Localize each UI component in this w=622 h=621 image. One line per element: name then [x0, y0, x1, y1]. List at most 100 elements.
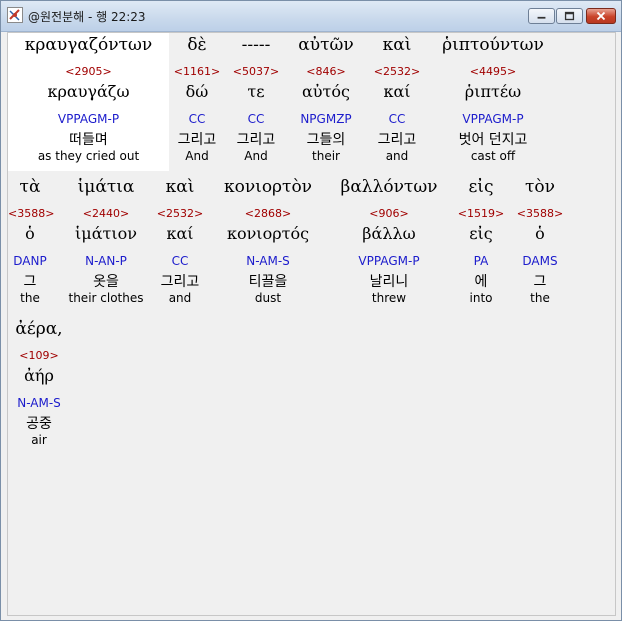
- english-gloss: their clothes: [68, 291, 144, 305]
- parsing-code: VPPAGM-P: [57, 112, 120, 126]
- english-gloss: And: [185, 149, 209, 163]
- greek-word: καὶ: [165, 177, 195, 197]
- parsing-code: N-AN-P: [85, 254, 127, 268]
- parsing-code: DANP: [13, 254, 47, 268]
- word-entry[interactable]: εἰς <1519> εἰς PA 에 into: [454, 175, 508, 313]
- lemma: κονιορτός: [226, 224, 310, 243]
- strong-number: <1519>: [457, 207, 505, 220]
- strong-number: <2905>: [65, 65, 112, 78]
- korean-gloss: 그리고: [377, 132, 417, 148]
- english-gloss: the: [20, 291, 40, 305]
- english-gloss: their: [312, 149, 340, 163]
- strong-number: <846>: [306, 65, 346, 78]
- lemma: αὐτός: [302, 82, 350, 101]
- lemma: ἱμάτιον: [75, 224, 137, 243]
- word-entry[interactable]: τὰ <3588> ὁ DANP 그 the: [8, 175, 55, 313]
- lemma: καί: [383, 82, 411, 101]
- parsing-code: VPPAGM-P: [358, 254, 420, 268]
- english-gloss: dust: [254, 291, 282, 305]
- greek-word: κραυγαζόντων: [24, 35, 153, 55]
- parsing-code: DAMS: [522, 254, 558, 268]
- korean-gloss: 그리고: [236, 132, 276, 148]
- maximize-icon: [564, 11, 575, 21]
- korean-gloss: 그: [23, 274, 37, 290]
- lemma: ὁ: [535, 224, 545, 243]
- korean-gloss: 티끌을: [248, 274, 288, 290]
- korean-gloss: 공중: [26, 416, 52, 432]
- greek-word: αὐτῶν: [298, 35, 354, 55]
- word-entry[interactable]: κονιορτὸν <2868> κονιορτός N-AM-S 티끌을 du…: [212, 175, 324, 313]
- strong-number: <906>: [369, 207, 409, 220]
- greek-word: εἰς: [468, 177, 494, 197]
- strong-number: <3588>: [516, 207, 564, 220]
- interlinear-panel: κραυγαζόντων <2905> κραυγάζω VPPAGM-P 떠들…: [7, 32, 616, 616]
- english-gloss: and: [168, 291, 192, 305]
- lemma: καί: [166, 224, 194, 243]
- maximize-button[interactable]: [556, 8, 583, 24]
- lemma: ῥιπτέω: [464, 82, 522, 101]
- korean-gloss: 옷을: [93, 274, 119, 290]
- parsing-code: VPPAGM-P: [462, 112, 524, 126]
- english-gloss: and: [385, 149, 409, 163]
- word-entry[interactable]: βαλλόντων <906> βάλλω VPPAGM-P 날리니 threw: [328, 175, 450, 313]
- english-gloss: as they cried out: [37, 149, 140, 163]
- lemma: ἀήρ: [24, 366, 54, 385]
- title-bar[interactable]: @원전분해 - 행 22:23: [1, 1, 621, 32]
- greek-word: ἱμάτια: [77, 177, 135, 197]
- close-icon: [596, 11, 606, 21]
- word-entry[interactable]: ----- <5037> τε CC 그리고 And: [228, 33, 284, 171]
- greek-word: δὲ: [187, 35, 207, 55]
- greek-word: ἀέρα,: [15, 319, 63, 339]
- english-gloss: into: [469, 291, 493, 305]
- korean-gloss: 그리고: [177, 132, 217, 148]
- word-entry[interactable]: ῥιπτούντων <4495> ῥιπτέω VPPAGM-P 벗어 던지고…: [428, 33, 558, 171]
- app-window: @원전분해 - 행 22:23 κραυγαζόντων <2905> κραυ…: [0, 0, 622, 621]
- korean-gloss: 날리니: [369, 274, 409, 290]
- lemma: δώ: [185, 82, 209, 101]
- greek-word: τὸν: [525, 177, 555, 197]
- greek-word: ῥιπτούντων: [442, 35, 544, 55]
- lemma: εἰς: [469, 224, 493, 243]
- strong-number: <5037>: [232, 65, 280, 78]
- lemma: κραυγάζω: [47, 82, 130, 101]
- word-entry[interactable]: ἀέρα, <109> ἀήρ N-AM-S 공중 air: [8, 317, 70, 455]
- word-entry[interactable]: καὶ <2532> καί CC 그리고 and: [368, 33, 426, 171]
- english-gloss: cast off: [470, 149, 516, 163]
- word-entry[interactable]: δὲ <1161> δώ CC 그리고 And: [169, 33, 225, 171]
- parsing-code: PA: [473, 254, 489, 268]
- strong-number: <2868>: [244, 207, 292, 220]
- minimize-icon: [537, 16, 546, 19]
- word-entry[interactable]: τὸν <3588> ὁ DAMS 그 the: [512, 175, 568, 313]
- parsing-code: CC: [388, 112, 406, 126]
- parsing-code: N-AM-S: [246, 254, 290, 268]
- strong-number: <1161>: [173, 65, 221, 78]
- greek-word: βαλλόντων: [340, 177, 438, 197]
- lemma: ὁ: [25, 224, 35, 243]
- korean-gloss: 떠들며: [69, 132, 108, 148]
- strong-number: <109>: [19, 349, 59, 362]
- korean-gloss: 그리고: [160, 274, 200, 290]
- parsing-code: CC: [247, 112, 265, 126]
- app-logo-icon: [7, 7, 23, 23]
- korean-gloss: 벗어 던지고: [458, 132, 528, 148]
- parsing-code: N-AM-S: [17, 396, 61, 410]
- lemma: τε: [247, 82, 265, 101]
- word-entry[interactable]: αὐτῶν <846> αὐτός NPGMZP 그들의 their: [290, 33, 362, 171]
- english-gloss: air: [31, 433, 47, 447]
- parsing-code: CC: [171, 254, 189, 268]
- english-gloss: threw: [371, 291, 407, 305]
- strong-number: <2532>: [373, 65, 421, 78]
- minimize-button[interactable]: [528, 8, 555, 24]
- greek-word: καὶ: [382, 35, 412, 55]
- greek-word: κονιορτὸν: [223, 177, 313, 197]
- close-button[interactable]: [586, 8, 616, 24]
- english-gloss: And: [244, 149, 268, 163]
- word-entry[interactable]: κραυγαζόντων <2905> κραυγάζω VPPAGM-P 떠들…: [8, 33, 169, 171]
- word-entry[interactable]: ἱμάτια <2440> ἱμάτιον N-AN-P 옷을 their cl…: [66, 175, 146, 313]
- strong-number: <4495>: [469, 65, 517, 78]
- lemma: βάλλω: [362, 224, 416, 243]
- greek-word: -----: [241, 35, 271, 55]
- word-entry[interactable]: καὶ <2532> καί CC 그리고 and: [152, 175, 208, 313]
- korean-gloss: 그: [533, 274, 547, 290]
- strong-number: <3588>: [8, 207, 55, 220]
